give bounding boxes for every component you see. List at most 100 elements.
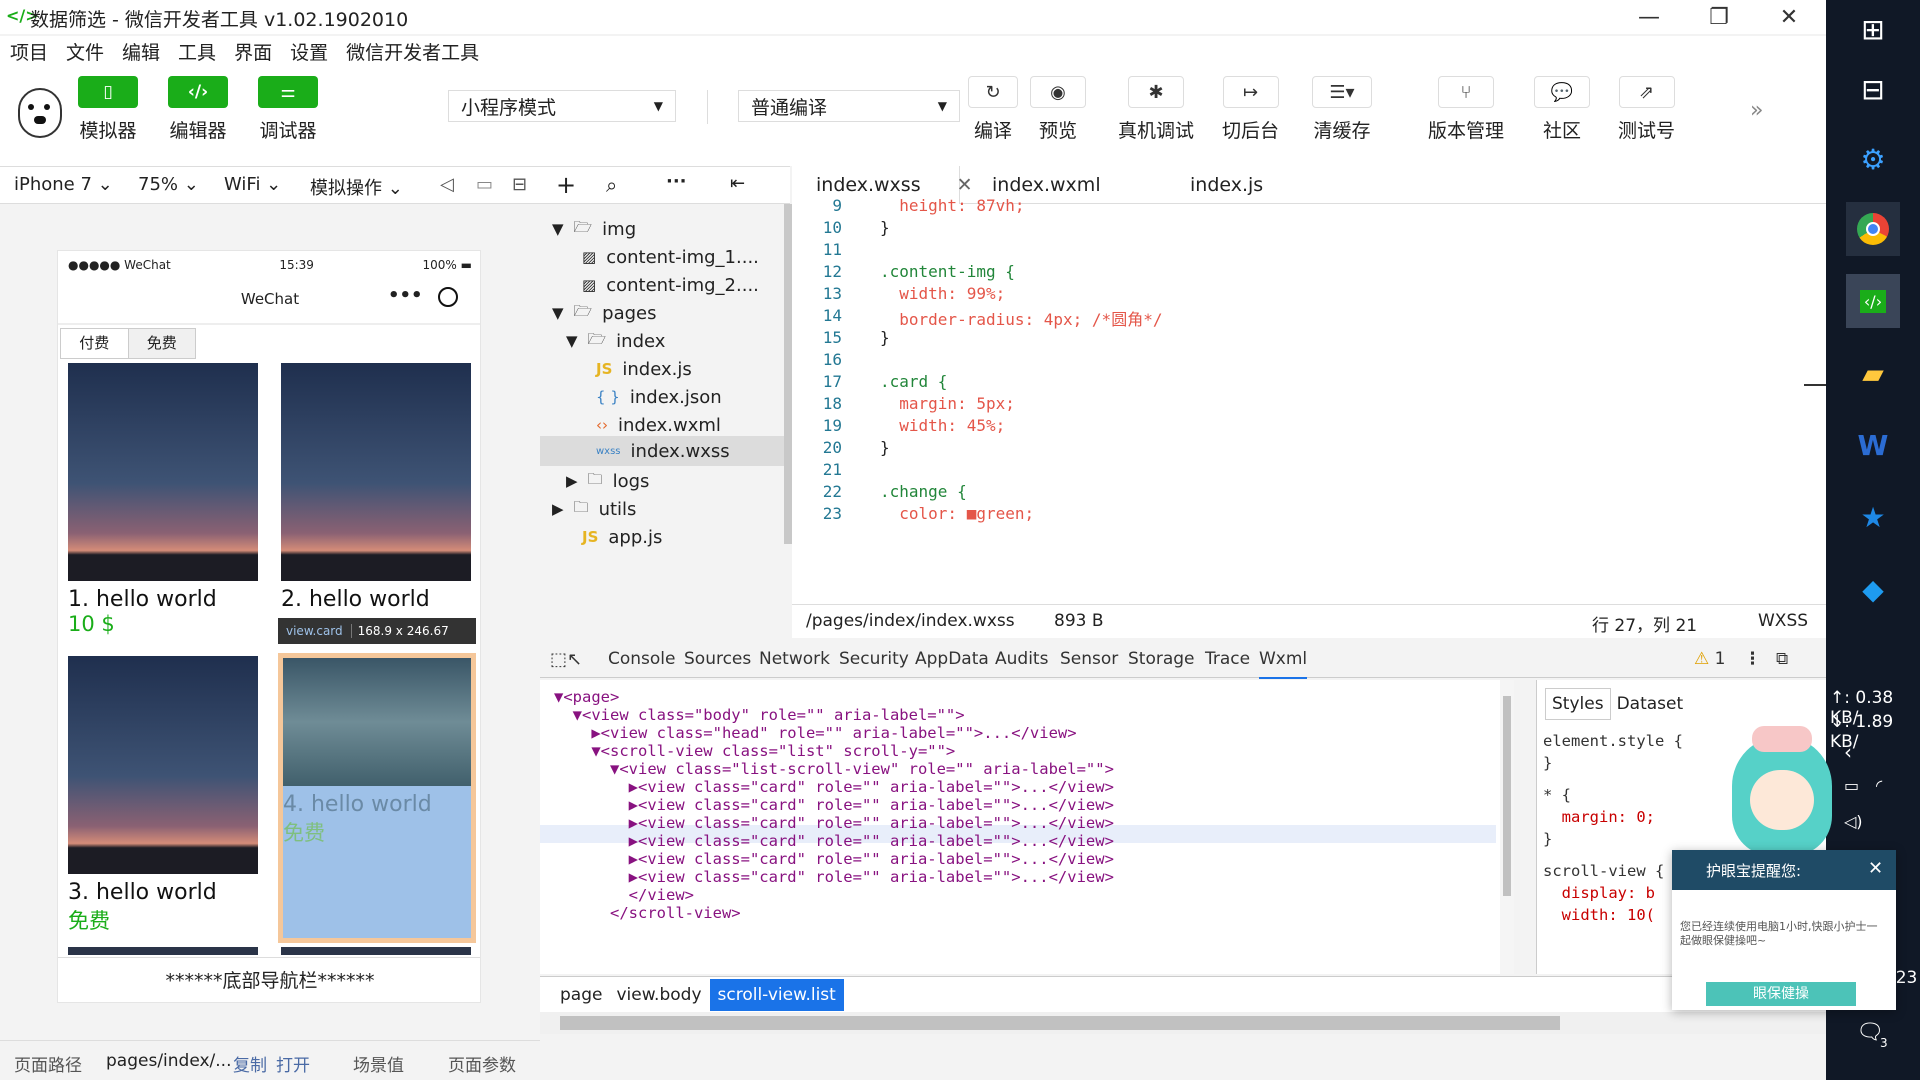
inspect-icon[interactable]: ⬚↖ [550, 649, 582, 670]
close-popup-icon[interactable]: ✕ [1868, 858, 1883, 879]
minimize-button[interactable]: — [1614, 2, 1684, 32]
restore-button[interactable]: ❐ [1684, 2, 1754, 32]
windows-start-icon[interactable]: ⊞ [1846, 2, 1900, 56]
wxml-node[interactable]: ▶<view class="card" role="" aria-label="… [554, 850, 1114, 868]
wxml-node[interactable]: ▶<view class="card" role="" aria-label="… [554, 814, 1114, 832]
warning-icon[interactable]: ⚠ 1 [1694, 649, 1725, 669]
crumb-scroll-view-list[interactable]: scroll-view.list [709, 978, 844, 1011]
menu-view[interactable]: 界面 [234, 36, 272, 70]
zoom-select[interactable]: 75% ⌄ [138, 174, 199, 195]
outdent-icon[interactable]: ⇤ [730, 173, 745, 194]
copy-link[interactable]: 复制 [233, 1051, 267, 1076]
tab-sources[interactable]: Sources [684, 649, 751, 669]
wxml-node[interactable]: </scroll-view> [554, 904, 741, 922]
wifi-icon[interactable]: ◜ [1876, 776, 1882, 795]
battery-icon[interactable]: ▭ [1844, 776, 1859, 795]
wxml-node[interactable]: </view> [554, 886, 694, 904]
scene-button[interactable]: 场景值 [353, 1051, 404, 1076]
wxml-scrollbar[interactable] [1500, 680, 1514, 974]
card-1[interactable]: 1. hello world 10 $ [68, 363, 258, 636]
add-icon[interactable]: + [556, 171, 576, 199]
menu-wechat-devtools[interactable]: 微信开发者工具 [346, 36, 479, 70]
capsule-close-icon[interactable] [438, 287, 458, 307]
word-icon[interactable]: W [1846, 418, 1900, 472]
settings-gear-icon[interactable]: ⚙ [1846, 132, 1900, 186]
tab-sensor[interactable]: Sensor [1060, 649, 1118, 669]
tree-item-app-js[interactable]: JS app.js [582, 520, 662, 554]
split-icon[interactable]: ⊟ [512, 174, 527, 195]
wxml-node[interactable]: ▼<view class="body" role="" aria-label="… [554, 706, 965, 724]
tab-dataset[interactable]: Dataset [1611, 689, 1690, 719]
feishu-icon[interactable]: ◆ [1846, 562, 1900, 616]
more-dots-icon[interactable]: ••• [388, 285, 423, 306]
card-3[interactable]: 3. hello world 免费 [68, 656, 258, 935]
network-select[interactable]: WiFi ⌄ [224, 174, 281, 195]
close-tab-icon[interactable]: ✕ [957, 174, 973, 196]
menu-settings[interactable]: 设置 [290, 36, 328, 70]
star-app-icon[interactable]: ★ [1846, 490, 1900, 544]
kebab-menu-icon[interactable]: ⋮ [1744, 649, 1761, 669]
search-icon[interactable]: ⌕ [606, 173, 617, 197]
open-link[interactable]: 打开 [276, 1051, 310, 1076]
explorer-scrollbar[interactable] [784, 204, 792, 544]
file-explorer-icon[interactable]: ▰ [1846, 346, 1900, 400]
wxml-node[interactable]: ▶<view class="card" role="" aria-label="… [554, 868, 1114, 886]
tab-free[interactable]: 免费 [128, 329, 195, 358]
wxml-node[interactable]: ▼<scroll-view class="list" scroll-y=""> [554, 742, 955, 760]
crumb-view-body[interactable]: view.body [616, 985, 701, 1005]
menu-project[interactable]: 项目 [10, 36, 48, 70]
wxml-tree[interactable]: ▼<page> ▼<view class="body" role="" aria… [540, 680, 1500, 974]
highlighted-card[interactable]: 4. hello world 免费 [278, 653, 476, 943]
wxml-node[interactable]: ▼<view class="list-scroll-view" role="" … [554, 760, 1114, 778]
menu-file[interactable]: 文件 [66, 36, 104, 70]
screen-icon[interactable]: ▭ [476, 174, 493, 195]
chrome-icon[interactable] [1846, 202, 1900, 256]
tab-wxml[interactable]: Wxml [1259, 649, 1308, 679]
undock-icon[interactable]: ⧉ [1776, 649, 1788, 669]
wxml-node[interactable]: ▶<view class="head" role="" aria-label="… [554, 724, 1076, 742]
wechat-devtools-icon[interactable]: ‹/› [1846, 274, 1900, 328]
editor-button[interactable]: ‹/› 编辑器 [168, 76, 228, 143]
tab-styles[interactable]: Styles [1545, 688, 1611, 720]
menu-edit[interactable]: 编辑 [122, 36, 160, 70]
background-button[interactable]: ↦ 切后台 [1222, 76, 1279, 143]
clear-cache-button[interactable]: ☰▾ 清缓存 [1312, 76, 1372, 143]
code-editor[interactable]: 9 height: 87vh; 10} 11 12 .content-img {13 w… [792, 196, 1826, 604]
menu-tools[interactable]: 工具 [178, 36, 216, 70]
avatar[interactable] [18, 88, 62, 138]
simulator-button[interactable]: ▯ 模拟器 [78, 76, 138, 143]
more-icon[interactable]: ··· [666, 171, 687, 192]
tab-audits[interactable]: Audits [995, 649, 1048, 669]
tab-network[interactable]: Network [759, 649, 830, 669]
version-button[interactable]: ⑂ 版本管理 [1428, 76, 1504, 143]
remote-debug-button[interactable]: ✱ 真机调试 [1118, 76, 1194, 143]
wxml-node[interactable]: ▼<page> [554, 688, 619, 706]
device-select[interactable]: iPhone 7 ⌄ [14, 174, 113, 195]
crumb-page[interactable]: page [560, 985, 602, 1005]
tab-storage[interactable]: Storage [1128, 649, 1195, 669]
eye-exercise-button[interactable]: 眼保健操 [1706, 982, 1856, 1006]
tab-security[interactable]: Security [839, 649, 909, 669]
horizontal-scrollbar[interactable] [540, 1012, 1826, 1034]
test-account-button[interactable]: ⇗ 测试号 [1618, 76, 1675, 143]
sim-ops-select[interactable]: 模拟操作 ⌄ [310, 174, 403, 200]
close-window-button[interactable]: ✕ [1754, 2, 1824, 32]
preview-button[interactable]: ◉ 预览 [1030, 76, 1086, 143]
mode-select[interactable]: 小程序模式 ▼ [448, 90, 676, 122]
params-button[interactable]: 页面参数 [448, 1051, 516, 1076]
compile-button[interactable]: ↻ 编译 [968, 76, 1018, 143]
more-chevrons-icon[interactable]: » [1750, 98, 1763, 123]
speaker-icon[interactable]: ◁) [1844, 812, 1863, 831]
community-button[interactable]: 💬 社区 [1534, 76, 1590, 143]
compile-mode-select[interactable]: 普通编译 ▼ [738, 90, 960, 122]
volume-icon[interactable]: ◁ [440, 174, 454, 195]
tab-appdata[interactable]: AppData [915, 649, 989, 669]
task-view-icon[interactable]: ⊟ [1846, 62, 1900, 116]
card-2[interactable]: 2. hello world [281, 363, 471, 612]
wxml-node[interactable]: ▶<view class="card" role="" aria-label="… [554, 778, 1114, 796]
tray-chevron-icon[interactable]: ‹ [1844, 740, 1852, 764]
tab-trace[interactable]: Trace [1205, 649, 1250, 669]
debugger-button[interactable]: ⚌ 调试器 [258, 76, 318, 143]
tree-item-index-wxss[interactable]: wxss index.wxss [596, 434, 730, 468]
tab-index-js[interactable]: index.js [1190, 166, 1263, 204]
